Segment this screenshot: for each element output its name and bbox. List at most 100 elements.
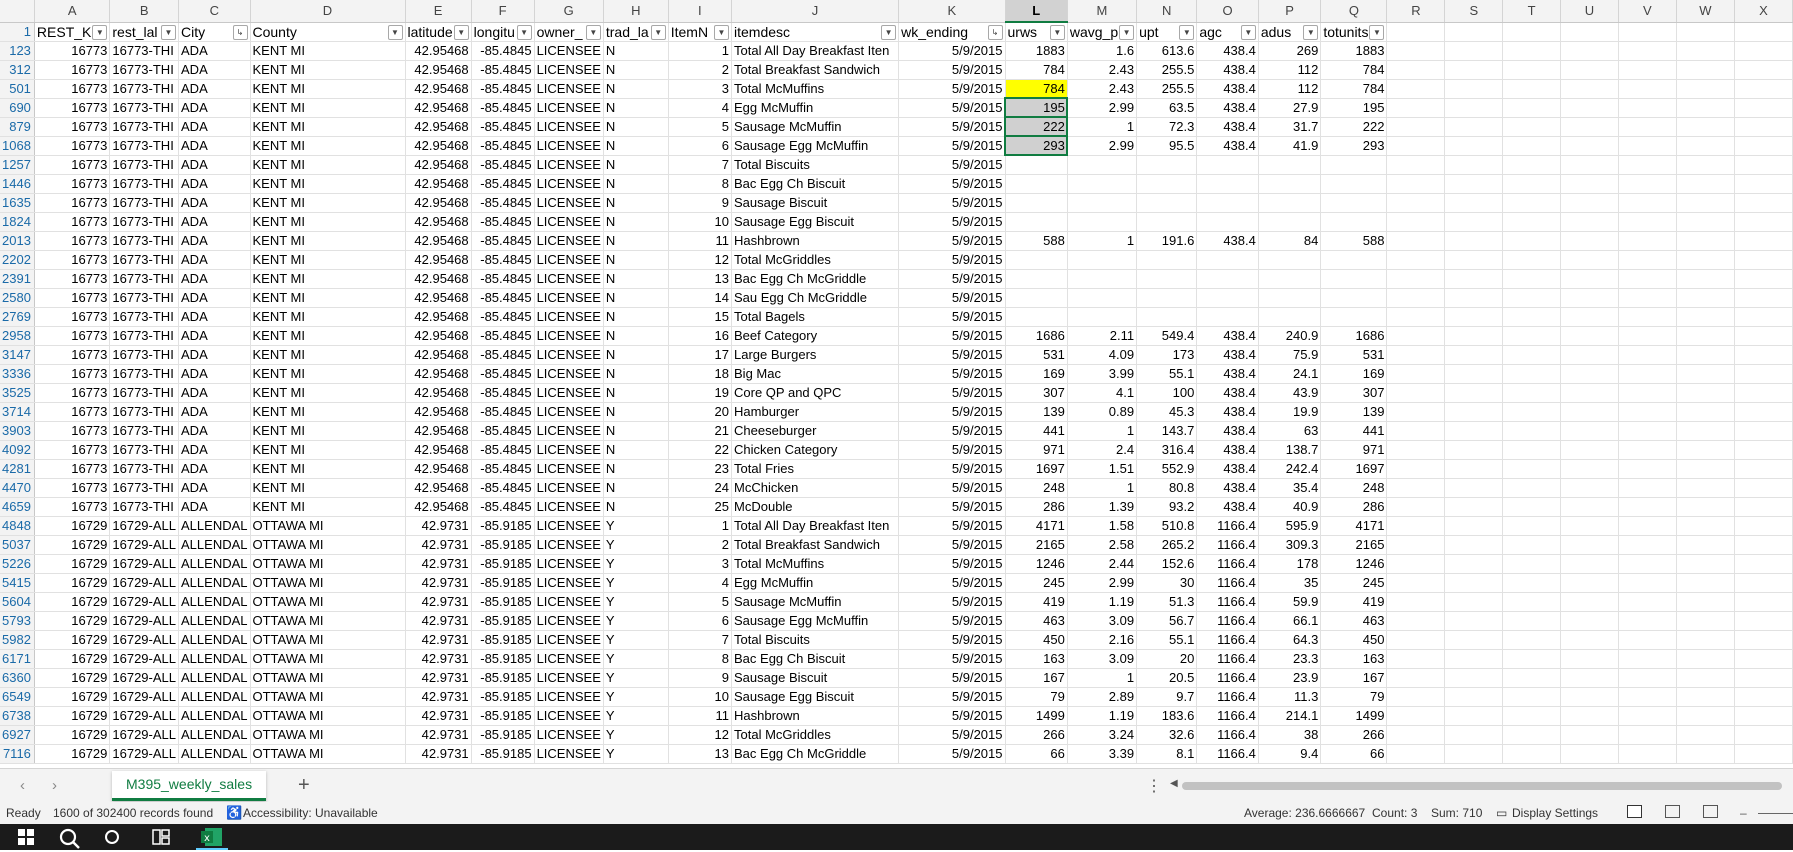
cell[interactable]: N — [603, 402, 669, 422]
cell[interactable]: 42.9731 — [405, 535, 472, 555]
row-number[interactable]: 6927 — [0, 725, 35, 745]
empty-cell[interactable] — [1618, 364, 1677, 384]
row-number[interactable]: 1068 — [0, 136, 35, 156]
cell[interactable]: 16773-THI — [109, 269, 180, 289]
empty-cell[interactable] — [1676, 22, 1736, 42]
empty-cell[interactable] — [1444, 440, 1504, 460]
cell[interactable]: 42.9731 — [405, 573, 472, 593]
cell[interactable] — [1196, 212, 1259, 232]
cell[interactable]: LICENSEE — [534, 174, 604, 194]
cell[interactable]: 16773-THI — [109, 307, 180, 327]
cell[interactable]: Total Breakfast Sandwich — [731, 60, 900, 80]
cell[interactable]: 5/9/2015 — [898, 60, 1006, 80]
column-header-x[interactable]: X — [1734, 0, 1793, 23]
cell[interactable]: 66.1 — [1258, 611, 1322, 631]
cell[interactable]: 2165 — [1005, 535, 1068, 555]
cell[interactable]: Big Mac — [731, 364, 900, 384]
cell[interactable]: Chicken Category — [731, 440, 900, 460]
cell[interactable]: 2.99 — [1067, 98, 1138, 118]
empty-cell[interactable] — [1734, 554, 1793, 574]
cell[interactable]: Total McMuffins — [731, 79, 900, 99]
cell[interactable]: 24.1 — [1258, 364, 1322, 384]
empty-cell[interactable] — [1560, 516, 1619, 536]
empty-cell[interactable] — [1560, 117, 1619, 137]
cell[interactable]: ADA — [178, 136, 251, 156]
cell[interactable]: 1166.4 — [1196, 611, 1259, 631]
empty-cell[interactable] — [1734, 326, 1793, 346]
empty-cell[interactable] — [1444, 326, 1504, 346]
cell[interactable]: ADA — [178, 364, 251, 384]
cell[interactable]: 1.39 — [1067, 497, 1138, 517]
column-header-k[interactable]: K — [898, 0, 1006, 23]
empty-cell[interactable] — [1618, 668, 1677, 688]
cell[interactable]: 450 — [1320, 630, 1388, 650]
cell[interactable]: KENT MI — [250, 478, 406, 498]
cell[interactable]: -85.9185 — [471, 573, 535, 593]
empty-cell[interactable] — [1676, 611, 1736, 631]
cell[interactable]: ADA — [178, 383, 251, 403]
cell[interactable]: 23.3 — [1258, 649, 1322, 669]
cell[interactable]: 16729 — [34, 687, 111, 707]
header-cell[interactable]: agc ▼ — [1196, 22, 1259, 42]
column-header-u[interactable]: U — [1560, 0, 1619, 23]
cell[interactable]: ADA — [178, 79, 251, 99]
cell[interactable]: KENT MI — [250, 364, 406, 384]
cell[interactable]: LICENSEE — [534, 383, 604, 403]
cell[interactable]: -85.9185 — [471, 725, 535, 745]
cell[interactable]: LICENSEE — [534, 231, 604, 251]
cell[interactable]: 438.4 — [1196, 345, 1259, 365]
cell[interactable]: N — [603, 231, 669, 251]
cell[interactable]: 16773 — [34, 440, 111, 460]
empty-cell[interactable] — [1734, 269, 1793, 289]
cell[interactable]: -85.4845 — [471, 41, 535, 61]
empty-cell[interactable] — [1676, 383, 1736, 403]
header-cell[interactable]: totunits ▼ — [1320, 22, 1388, 42]
empty-cell[interactable] — [1618, 155, 1677, 175]
cell[interactable]: -85.9185 — [471, 611, 535, 631]
empty-cell[interactable] — [1502, 649, 1561, 669]
cell[interactable]: LICENSEE — [534, 516, 604, 536]
row-number[interactable]: 6360 — [0, 668, 35, 688]
cell[interactable]: 10 — [668, 687, 733, 707]
cell[interactable]: 5/9/2015 — [898, 326, 1006, 346]
cell[interactable]: 42.9731 — [405, 725, 472, 745]
empty-cell[interactable] — [1676, 706, 1736, 726]
cell[interactable]: LICENSEE — [534, 288, 604, 308]
cell[interactable]: -85.4845 — [471, 383, 535, 403]
cell[interactable]: LICENSEE — [534, 687, 604, 707]
cell[interactable]: 1499 — [1005, 706, 1068, 726]
cell[interactable]: 191.6 — [1136, 231, 1198, 251]
cell[interactable]: 16773-THI — [109, 459, 180, 479]
cell[interactable] — [1005, 307, 1068, 327]
cell[interactable]: 16773-THI — [109, 98, 180, 118]
cell[interactable] — [1136, 212, 1198, 232]
cell[interactable]: -85.9185 — [471, 668, 535, 688]
cell[interactable]: 463 — [1005, 611, 1068, 631]
cell[interactable]: 438.4 — [1196, 117, 1259, 137]
cell[interactable]: KENT MI — [250, 231, 406, 251]
display-settings-icon[interactable]: ▭ — [1496, 802, 1507, 824]
empty-cell[interactable] — [1560, 706, 1619, 726]
cell[interactable]: 5/9/2015 — [898, 630, 1006, 650]
page-break-icon[interactable] — [1703, 805, 1718, 818]
header-cell[interactable]: owner_ ▼ — [534, 22, 604, 42]
cell[interactable]: LICENSEE — [534, 497, 604, 517]
cell[interactable]: -85.9185 — [471, 630, 535, 650]
cell[interactable]: 42.9731 — [405, 592, 472, 612]
empty-cell[interactable] — [1560, 592, 1619, 612]
cell[interactable]: Y — [603, 516, 669, 536]
cell[interactable]: ADA — [178, 459, 251, 479]
cell[interactable]: 16773-THI — [109, 345, 180, 365]
cell[interactable]: 16773-THI — [109, 440, 180, 460]
empty-cell[interactable] — [1676, 630, 1736, 650]
cell[interactable]: 5/9/2015 — [898, 725, 1006, 745]
cell[interactable]: 66 — [1005, 744, 1068, 764]
empty-cell[interactable] — [1560, 155, 1619, 175]
cell[interactable]: 163 — [1320, 649, 1388, 669]
cell[interactable]: 11 — [668, 231, 733, 251]
cell[interactable]: 16773 — [34, 364, 111, 384]
cell[interactable]: 112 — [1258, 79, 1322, 99]
cell[interactable]: Bac Egg Ch McGriddle — [731, 744, 900, 764]
empty-cell[interactable] — [1618, 573, 1677, 593]
filter-dropdown-icon[interactable]: ▼ — [1240, 24, 1256, 40]
